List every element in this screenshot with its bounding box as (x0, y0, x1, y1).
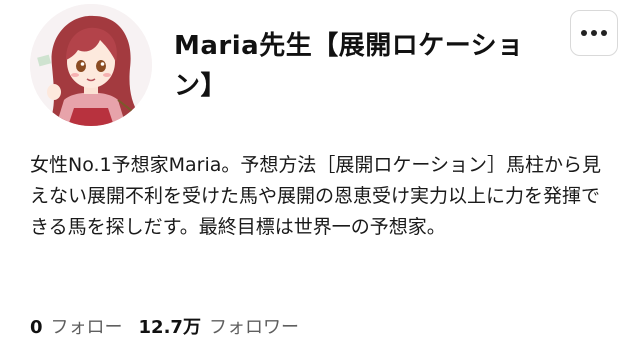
following-count: 0 (30, 317, 43, 338)
followers-link[interactable]: 12.7万 フォロワー (139, 313, 299, 339)
profile-stats: 0 フォロー 12.7万 フォロワー (30, 313, 299, 341)
profile-name: Maria先生【展開ロケーション】 (174, 31, 524, 101)
profile-card: Maria先生【展開ロケーション】 女性No.1予想家Maria。予想方法［展開… (0, 0, 640, 352)
ellipsis-icon (581, 30, 607, 36)
illustrated-girl-avatar-icon (30, 4, 152, 126)
following-label: フォロー (50, 317, 123, 338)
followers-label: フォロワー (208, 317, 299, 338)
following-link[interactable]: 0 フォロー (30, 313, 123, 339)
more-options-button[interactable] (570, 10, 618, 56)
followers-count: 12.7万 (138, 317, 201, 338)
profile-bio: 女性No.1予想家Maria。予想方法［展開ロケーション］馬柱から見えない展開不… (30, 154, 602, 238)
profile-avatar[interactable] (30, 4, 152, 126)
